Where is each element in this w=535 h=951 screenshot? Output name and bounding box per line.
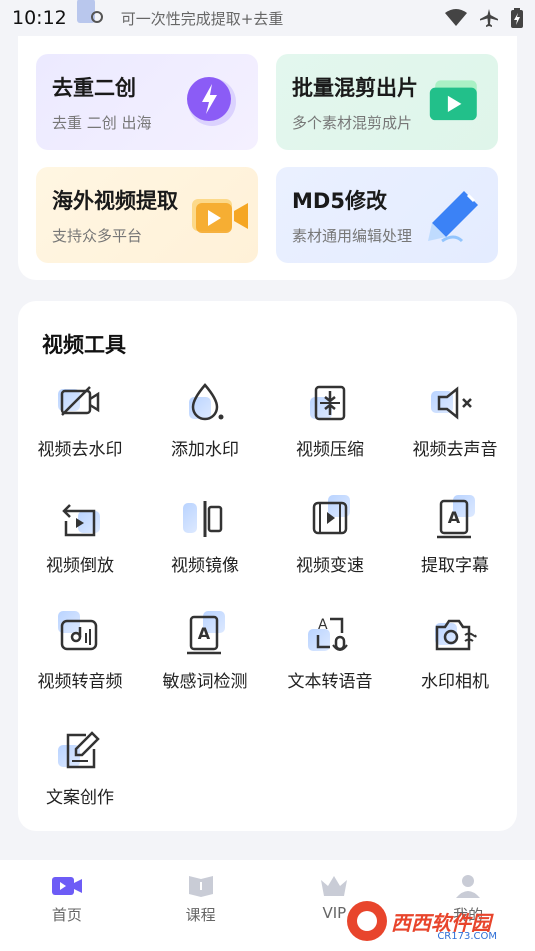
speed-icon bbox=[306, 495, 354, 543]
tool-mute[interactable]: 视频去声音 bbox=[393, 379, 517, 479]
tool-copywriting[interactable]: 文案创作 bbox=[18, 727, 142, 827]
user-icon bbox=[456, 875, 481, 898]
crown-icon bbox=[321, 876, 348, 896]
text-to-speech-icon: A bbox=[306, 611, 354, 659]
status-icons bbox=[445, 8, 523, 28]
course-icon bbox=[188, 876, 213, 897]
tool-sensitive-word[interactable]: A 敏感词检测 bbox=[143, 611, 267, 711]
status-bar: 10:12 可一次性完成提取+去重 bbox=[0, 0, 535, 36]
section-title: 视频工具 bbox=[42, 333, 126, 357]
tool-reverse[interactable]: 视频倒放 bbox=[18, 495, 142, 595]
tool-mirror[interactable]: 视频镜像 bbox=[143, 495, 267, 595]
home-video-icon bbox=[51, 877, 82, 895]
pen-icon bbox=[428, 191, 478, 243]
site-watermark: 西西软件园 CR173.COM bbox=[347, 898, 517, 944]
tool-label: 视频倒放 bbox=[46, 556, 114, 576]
reverse-icon bbox=[56, 495, 104, 543]
mute-icon bbox=[431, 379, 479, 427]
tool-label: 视频镜像 bbox=[171, 556, 239, 576]
tool-label: 视频去声音 bbox=[412, 440, 498, 460]
battery-icon bbox=[511, 8, 523, 28]
subtitle-icon: A bbox=[431, 495, 479, 543]
water-drop-icon bbox=[181, 379, 229, 427]
tool-label: 视频去水印 bbox=[37, 440, 123, 460]
tool-label: 视频变速 bbox=[296, 556, 364, 576]
tool-label: 提取字幕 bbox=[421, 556, 489, 576]
svg-text:A: A bbox=[448, 508, 461, 527]
status-marquee-text: 可一次性完成提取+去重 bbox=[120, 9, 284, 28]
watermark-camera-icon bbox=[431, 611, 479, 659]
wifi-icon bbox=[445, 9, 467, 26]
feature-md5-modify[interactable]: MD5修改 素材通用编辑处理 bbox=[276, 167, 498, 263]
svg-text:A: A bbox=[318, 617, 328, 633]
feature-dedupe[interactable]: 去重二创 去重 二创 出海 bbox=[36, 54, 258, 150]
feature-batch-edit[interactable]: 批量混剪出片 多个素材混剪成片 bbox=[276, 54, 498, 150]
nav-label: 课程 bbox=[185, 906, 216, 924]
feature-overseas-extract[interactable]: 海外视频提取 支持众多平台 bbox=[36, 167, 258, 263]
tool-add-watermark[interactable]: 添加水印 bbox=[143, 379, 267, 479]
airplane-icon bbox=[480, 9, 498, 27]
tool-remove-watermark[interactable]: 视频去水印 bbox=[18, 379, 142, 479]
tool-label: 视频压缩 bbox=[296, 440, 364, 460]
tool-extract-subtitle[interactable]: A 提取字幕 bbox=[393, 495, 517, 595]
tool-label: 水印相机 bbox=[421, 672, 489, 692]
video-to-audio-icon bbox=[56, 611, 104, 659]
nav-label: 首页 bbox=[51, 906, 82, 924]
nav-course[interactable]: 课程 bbox=[134, 860, 268, 951]
feature-card: 去重二创 去重 二创 出海 批量混剪出片 多个素材混剪成片 海外视频提取 支持众… bbox=[18, 36, 517, 280]
tool-label: 视频转音频 bbox=[37, 672, 123, 692]
tool-label: 添加水印 bbox=[171, 440, 239, 460]
compress-icon bbox=[306, 379, 354, 427]
sensitive-word-icon: A bbox=[181, 611, 229, 659]
nav-home[interactable]: 首页 bbox=[0, 860, 134, 951]
notification-icon bbox=[73, 0, 109, 31]
tool-label: 敏感词检测 bbox=[162, 672, 248, 692]
video-camera-icon bbox=[192, 199, 248, 233]
tool-text-to-speech[interactable]: A 文本转语音 bbox=[268, 611, 392, 711]
copywriting-icon bbox=[56, 727, 104, 775]
tool-compress[interactable]: 视频压缩 bbox=[268, 379, 392, 479]
tool-speed[interactable]: 视频变速 bbox=[268, 495, 392, 595]
watermark-logo-icon bbox=[347, 901, 387, 941]
tool-label: 文本转语音 bbox=[287, 672, 373, 692]
status-time: 10:12 bbox=[12, 7, 67, 29]
video-play-icon bbox=[429, 80, 477, 121]
lightning-icon bbox=[187, 77, 236, 126]
svg-text:A: A bbox=[198, 624, 211, 643]
tool-label: 文案创作 bbox=[46, 788, 114, 808]
camera-off-icon bbox=[56, 379, 104, 427]
tool-video-to-audio[interactable]: 视频转音频 bbox=[18, 611, 142, 711]
watermark-sub: CR173.COM bbox=[437, 931, 497, 942]
mirror-icon bbox=[181, 495, 229, 543]
tool-watermark-camera[interactable]: 水印相机 bbox=[393, 611, 517, 711]
video-tools-card: 视频工具 视频去水印 添加水印 视频压缩 视频去声音 视频倒放 视频镜像 视频变… bbox=[18, 301, 517, 831]
